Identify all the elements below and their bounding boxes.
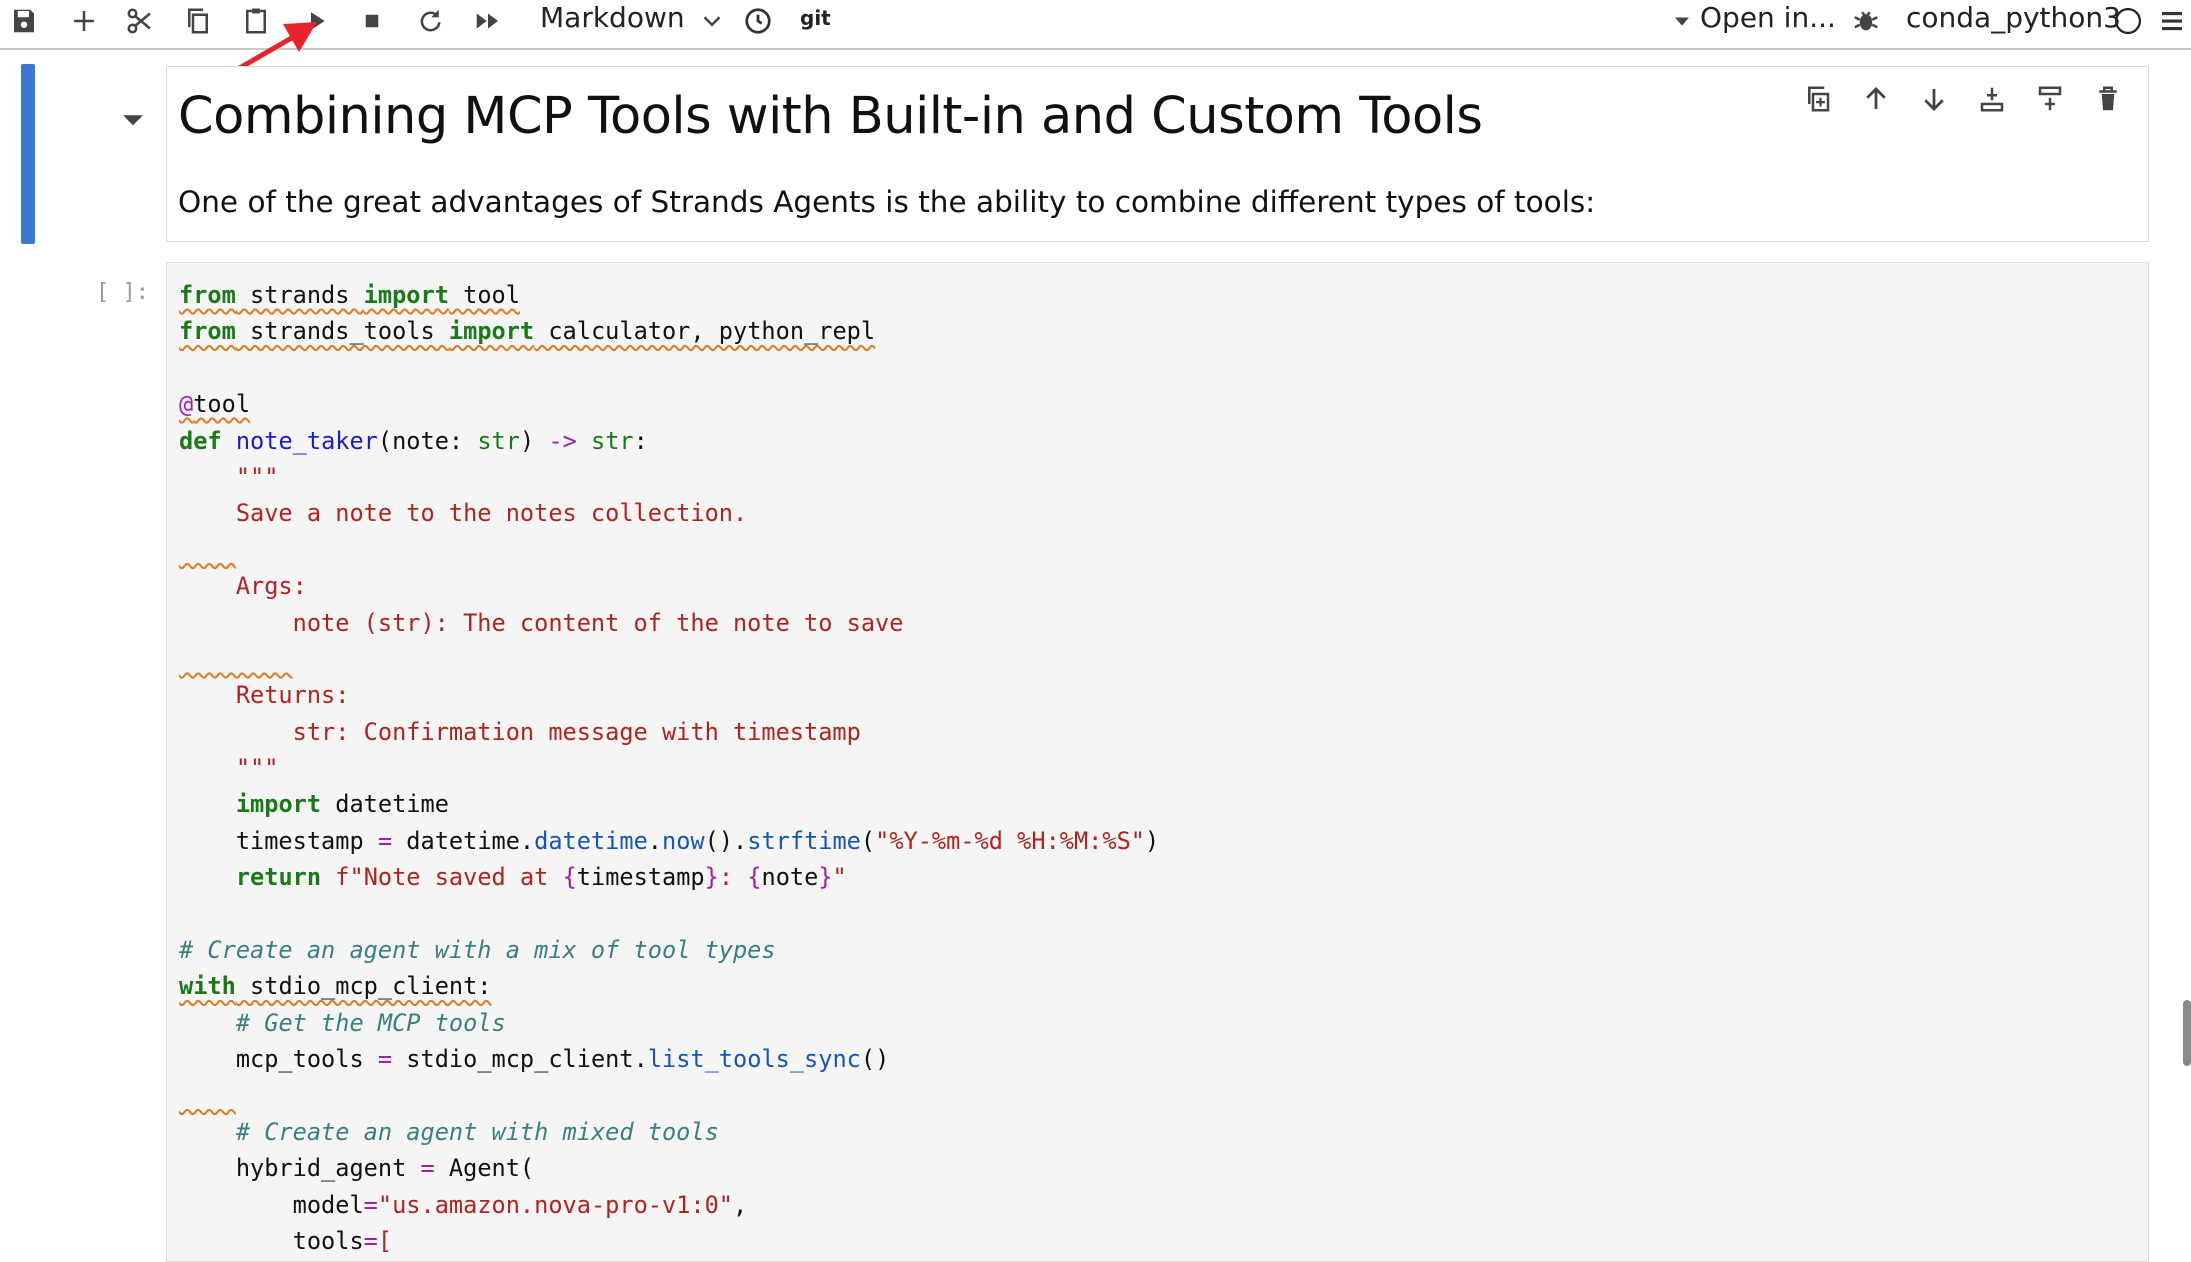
code-line: from strands import tool [179,281,520,309]
code-line: return f"Note saved at {timestamp}: {not… [235,863,847,892]
move-up-icon[interactable] [1856,79,1896,119]
code-line: Returns: [179,681,350,710]
code-line: hybrid_agent = Agent( [179,1154,535,1183]
code-line: timestamp = datetime.datetime.now().strf… [179,826,1160,855]
code-line: Save a note to the notes collection. [179,499,748,528]
code-line: note (str): The content of the note to s… [179,608,904,637]
code-line: # Get the MCP tools [235,1008,506,1037]
save-icon[interactable] [4,2,44,40]
notebook-toolbar: Markdown git Open in... conda_python3 [0,0,2191,50]
markdown-cell[interactable]: Combining MCP Tools with Built-in and Cu… [166,66,2149,242]
code-line: def note_taker(note: str) -> str: [179,426,648,455]
stop-icon[interactable] [352,2,392,40]
active-cell-indicator [21,64,35,244]
duplicate-cell-icon[interactable] [1798,79,1838,119]
restart-kernel-icon[interactable] [410,2,450,40]
move-down-icon[interactable] [1914,79,1954,119]
code-editor[interactable]: from strands import tool from strands_to… [179,277,1159,1260]
code-line: import datetime [235,790,449,819]
code-line: """ [235,462,279,491]
paste-icon[interactable] [236,2,276,40]
code-line: model="us.amazon.nova-pro-v1:0", [179,1190,748,1219]
copy-icon[interactable] [178,2,218,40]
cut-icon[interactable] [120,2,160,40]
insert-below-icon[interactable] [1972,79,2012,119]
code-line: # Create an agent with a mix of tool typ… [179,936,776,965]
cell-type-select[interactable]: Markdown [540,0,685,36]
git-button[interactable]: git [800,0,831,36]
code-line: # Create an agent with mixed tools [235,1117,719,1146]
cell-toolbar [1798,79,2128,119]
chevron-down-icon[interactable] [692,2,732,40]
insert-above-icon[interactable] [2030,79,2070,119]
collapse-caret-icon[interactable] [118,104,148,134]
open-in-button[interactable]: Open in... [1700,0,1836,36]
code-cell[interactable]: from strands import tool from strands_to… [166,262,2149,1262]
run-all-icon[interactable] [468,2,508,40]
heading-title: Combining MCP Tools with Built-in and Cu… [178,87,1483,146]
menu-icon[interactable] [2152,2,2191,40]
kernel-name[interactable]: conda_python3 [1906,0,2121,36]
code-line: @tool [179,390,251,419]
code-line: """ [179,754,279,783]
code-line: from strands_tools import calculator, py… [179,317,876,346]
debug-bug-icon[interactable] [1846,2,1886,40]
code-line: Args: [179,572,307,601]
code-line: mcp_tools = stdio_mcp_client.list_tools_… [179,1045,890,1074]
clock-icon[interactable] [738,2,778,40]
add-cell-icon[interactable] [64,2,104,40]
delete-cell-icon[interactable] [2088,79,2128,119]
code-line: tools=[ [179,1227,393,1256]
markdown-paragraph: One of the great advantages of Strands A… [178,185,1596,219]
code-line: with stdio_mcp_client: [179,972,492,1001]
scrollbar-thumb[interactable] [2183,1000,2191,1066]
kernel-status-idle-icon [2108,2,2148,40]
code-line: str: Confirmation message with timestamp [179,717,861,746]
run-cell-icon[interactable] [296,2,336,40]
caret-down-icon[interactable] [1668,2,1696,40]
cell-prompt: [ ]: [96,280,149,305]
